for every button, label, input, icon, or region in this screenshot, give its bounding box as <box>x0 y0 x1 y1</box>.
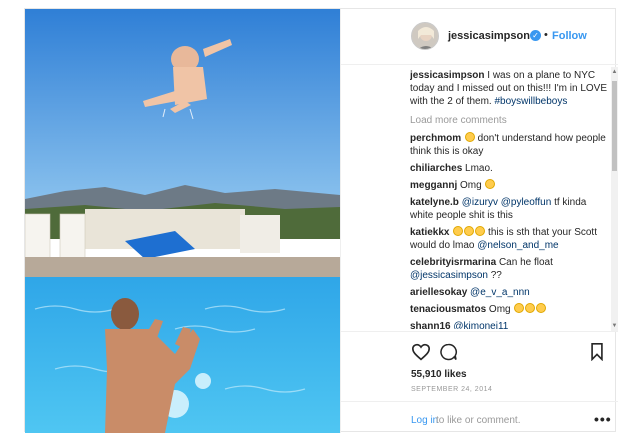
comments-scrollbar[interactable]: ▲ ▼ <box>611 67 618 331</box>
comment-username[interactable]: perchmom <box>410 133 461 144</box>
post-footer: Log in to like or comment. ••• <box>341 401 618 433</box>
post-header: jessicasimpson ✓ • Follow <box>341 9 618 65</box>
comment-username[interactable]: ariellesokay <box>410 287 467 298</box>
emoji-laughing-icon <box>536 303 547 313</box>
comment-mention[interactable]: @pyleoffun <box>501 197 552 208</box>
comment-item: shann16 @kimonei11 <box>410 320 608 329</box>
bubble-svg <box>440 343 457 361</box>
bookmark-icon[interactable] <box>590 343 604 366</box>
bookmark-svg <box>591 343 603 362</box>
comment-mention[interactable]: @jessicasimpson <box>410 270 488 281</box>
emoji-laughing-icon <box>485 179 496 189</box>
emoji-laughing-icon <box>464 226 475 236</box>
heart-svg <box>411 343 431 361</box>
comment-item: meggannj Omg <box>410 179 608 192</box>
comment-username[interactable]: shann16 <box>410 321 451 329</box>
more-options-icon[interactable]: ••• <box>594 411 612 427</box>
comment-item: celebrityisrmarina Can he float @jessica… <box>410 256 608 282</box>
comments-list: jessicasimpson I was on a plane to NYC t… <box>410 69 608 329</box>
avatar-illustration <box>412 23 438 49</box>
comment-username[interactable]: celebrityisrmarina <box>410 257 496 268</box>
caption-username[interactable]: jessicasimpson <box>410 70 484 81</box>
comment-username[interactable]: tenaciousmatos <box>410 304 486 315</box>
comment-username[interactable]: katiekkx <box>410 227 449 238</box>
comment-item: ariellesokay @e_v_a_nnn <box>410 286 608 299</box>
comment-text: Can he float <box>496 257 553 268</box>
comment-item: perchmom don't understand how people thi… <box>410 132 608 158</box>
likes-count[interactable]: 55,910 likes <box>411 369 467 380</box>
comment-text: Omg <box>486 304 514 315</box>
emoji-confused-icon <box>464 132 475 142</box>
scroll-up-arrow-icon[interactable]: ▲ <box>611 69 618 76</box>
comment-mention[interactable]: @kimonei11 <box>453 321 508 329</box>
emoji-laughing-icon <box>475 226 486 236</box>
scroll-down-arrow-icon[interactable]: ▼ <box>611 323 618 330</box>
header-username[interactable]: jessicasimpson <box>448 30 530 42</box>
comment-text: Omg <box>457 180 485 191</box>
comment-item: chiliarches Lmao. <box>410 162 608 175</box>
post-date[interactable]: SEPTEMBER 24, 2014 <box>411 386 492 393</box>
verified-badge-icon: ✓ <box>530 30 541 41</box>
instagram-post: jessicasimpson ✓ • Follow jessicasimpson… <box>24 8 618 433</box>
post-actions: 55,910 likes SEPTEMBER 24, 2014 <box>341 331 618 401</box>
comment-username[interactable]: katelyne.b <box>410 197 459 208</box>
page: jessicasimpson ✓ • Follow jessicasimpson… <box>0 0 640 439</box>
photo-illustration <box>25 9 340 433</box>
comment-text: ?? <box>487 270 502 281</box>
comment-username[interactable]: meggannj <box>410 180 457 191</box>
heart-outline-icon[interactable] <box>411 343 431 366</box>
comment-mention[interactable]: @izuryv <box>462 197 498 208</box>
login-link[interactable]: Log in <box>411 415 438 426</box>
caption: jessicasimpson I was on a plane to NYC t… <box>410 69 608 108</box>
comment-item: katelyne.b @izuryv @pyleoffun tf kinda w… <box>410 196 608 222</box>
comment-item: tenaciousmatos Omg <box>410 303 608 316</box>
emoji-laughing-icon <box>453 226 464 236</box>
comment-mention[interactable]: @nelson_and_me <box>477 240 558 251</box>
post-photo[interactable] <box>25 9 340 433</box>
comment-username[interactable]: chiliarches <box>410 163 462 174</box>
comment-mention[interactable]: @e_v_a_nnn <box>470 287 530 298</box>
emoji-laughing-icon <box>514 303 525 313</box>
comment-text: Lmao. <box>462 163 493 174</box>
follow-button[interactable]: Follow <box>552 30 587 42</box>
avatar[interactable] <box>411 22 439 50</box>
footer-text: to like or comment. <box>436 415 521 426</box>
comment-item: katiekkx this is sth that your Scott wou… <box>410 226 608 252</box>
load-more-comments-button[interactable]: Load more comments <box>410 114 608 127</box>
header-separator: • <box>544 29 548 41</box>
post-sidebar: jessicasimpson ✓ • Follow jessicasimpson… <box>340 9 618 433</box>
comment-bubble-icon[interactable] <box>439 343 458 366</box>
emoji-laughing-icon <box>525 303 536 313</box>
scrollbar-thumb[interactable] <box>612 81 617 171</box>
caption-hashtag[interactable]: #boyswillbeboys <box>495 96 568 107</box>
